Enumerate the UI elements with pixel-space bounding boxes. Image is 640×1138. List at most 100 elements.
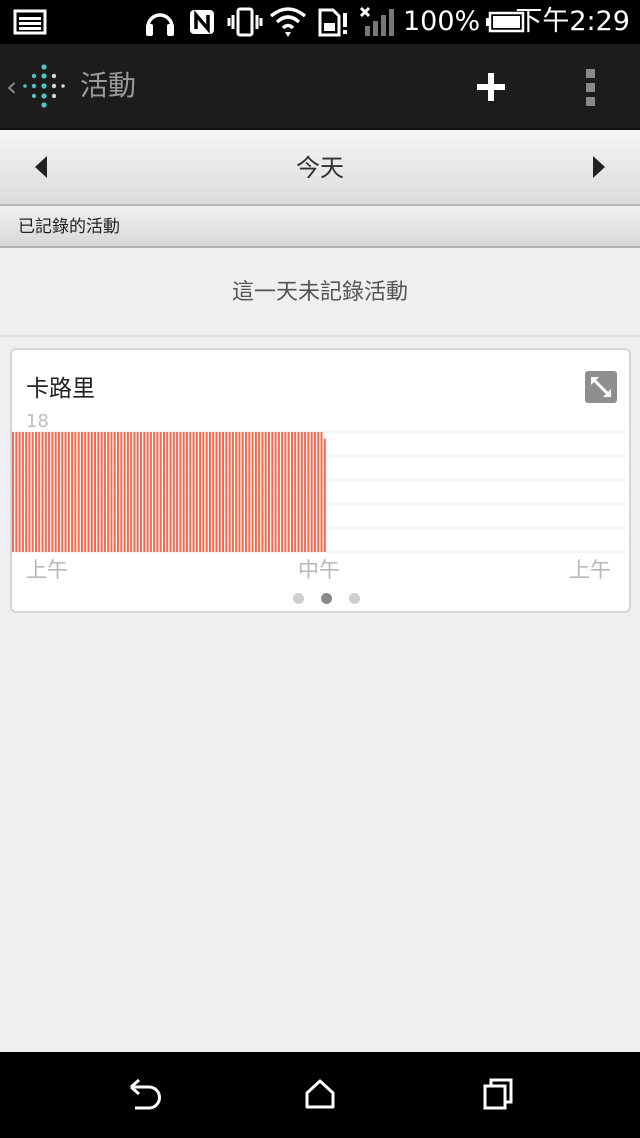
sim-icon [316, 6, 352, 38]
up-navigation-chevron[interactable]: ‹ [6, 72, 17, 102]
calorie-bar [48, 432, 51, 552]
overflow-menu-icon [586, 69, 595, 106]
calorie-bar [136, 432, 139, 552]
calorie-bar [149, 432, 152, 552]
calorie-bar [195, 432, 198, 552]
x-tick-label: 中午 [298, 558, 340, 582]
logged-activities-header: 已記錄的活動 [0, 206, 640, 248]
battery-percent: 100% [403, 6, 481, 37]
status-time: 下午2:29 [515, 6, 630, 37]
calorie-bar [313, 432, 316, 552]
calorie-bar [159, 432, 162, 552]
calorie-bar [80, 432, 83, 552]
calorie-bar [64, 432, 67, 552]
calorie-bar [261, 432, 264, 552]
nfc-icon [186, 6, 218, 38]
calorie-bar [267, 432, 271, 552]
calorie-bar [290, 432, 293, 552]
calorie-bar [156, 432, 159, 552]
nav-back-button[interactable] [123, 1074, 163, 1114]
back-icon [130, 1078, 161, 1110]
calorie-bar [248, 432, 251, 552]
calorie-bar [87, 432, 90, 552]
calorie-bar [133, 432, 136, 552]
headset-icon [142, 6, 178, 38]
calorie-bar [182, 432, 185, 552]
calorie-bar [94, 432, 97, 552]
calorie-bar [120, 432, 123, 552]
calorie-bar [192, 432, 195, 552]
calorie-bar [264, 432, 267, 552]
calorie-bar [15, 432, 18, 552]
calorie-bar [254, 432, 257, 552]
expand-icon [591, 377, 611, 397]
calorie-bar [323, 438, 326, 552]
calorie-bar [61, 432, 64, 552]
empty-activities-message: 這一天未記錄活動 [231, 280, 408, 305]
calorie-bar [100, 432, 103, 552]
system-nav-bar [0, 1052, 640, 1138]
add-activity-button[interactable] [470, 66, 512, 108]
calorie-bar [123, 432, 126, 552]
calorie-bar [218, 432, 221, 552]
calorie-bar [205, 432, 208, 552]
calorie-bar [271, 432, 274, 552]
section-header-label: 已記錄的活動 [18, 217, 120, 237]
home-icon [305, 1079, 335, 1109]
calorie-bar [77, 432, 80, 552]
expand-chart-button[interactable] [585, 371, 617, 403]
calorie-bar [231, 432, 234, 552]
nav-home-button[interactable] [300, 1074, 340, 1114]
calorie-bar [284, 432, 287, 552]
calorie-bar [228, 432, 231, 552]
calorie-bar [235, 432, 238, 552]
date-label: 今天 [296, 154, 344, 182]
calorie-bar [57, 432, 60, 552]
calorie-bar [317, 432, 320, 552]
calorie-bar [300, 432, 303, 552]
calorie-bar [25, 432, 28, 552]
calorie-bar [320, 432, 323, 552]
calorie-bar [297, 432, 300, 552]
wifi-icon [268, 6, 308, 38]
calorie-bar [143, 432, 146, 552]
calorie-bar [74, 432, 77, 552]
calorie-bar [225, 432, 228, 552]
calorie-bar [215, 432, 218, 552]
calorie-bar [67, 432, 70, 552]
calorie-bar [84, 432, 87, 552]
overflow-menu-button[interactable] [576, 66, 606, 110]
calorie-bar [113, 432, 116, 552]
status-bar: 100% 下午2:29 [0, 0, 640, 44]
nav-recents-button[interactable] [478, 1074, 518, 1114]
calorie-bar [258, 432, 261, 552]
calorie-chart-card[interactable]: 卡路里 18 上午 中午 上午 [10, 348, 631, 613]
next-day-button[interactable] [586, 152, 610, 182]
calorie-bar [31, 432, 34, 552]
fitbit-logo[interactable] [22, 61, 72, 111]
calorie-bar [172, 432, 175, 552]
calorie-bar [21, 432, 24, 552]
calorie-bar [153, 432, 156, 552]
calorie-bar [51, 432, 54, 552]
calorie-bar [238, 432, 241, 552]
calorie-bar [281, 432, 284, 552]
signal-icon [358, 6, 398, 38]
page-dot-active [321, 593, 332, 604]
calorie-bar [54, 432, 57, 552]
calorie-bar [97, 432, 100, 552]
calorie-bar [304, 432, 307, 552]
calorie-bar [222, 432, 225, 552]
calorie-bar [34, 432, 37, 552]
calorie-bar [18, 432, 21, 552]
calorie-bar [44, 432, 47, 552]
calorie-bar [176, 432, 179, 552]
calorie-bar [103, 432, 106, 552]
calorie-bar [169, 432, 172, 552]
x-tick-label: 上午 [569, 558, 611, 582]
calorie-bar [199, 432, 202, 552]
calorie-bar [185, 432, 188, 552]
gallery-icon [12, 6, 48, 38]
page-dot [293, 593, 304, 604]
app-title: 活動 [80, 69, 137, 102]
